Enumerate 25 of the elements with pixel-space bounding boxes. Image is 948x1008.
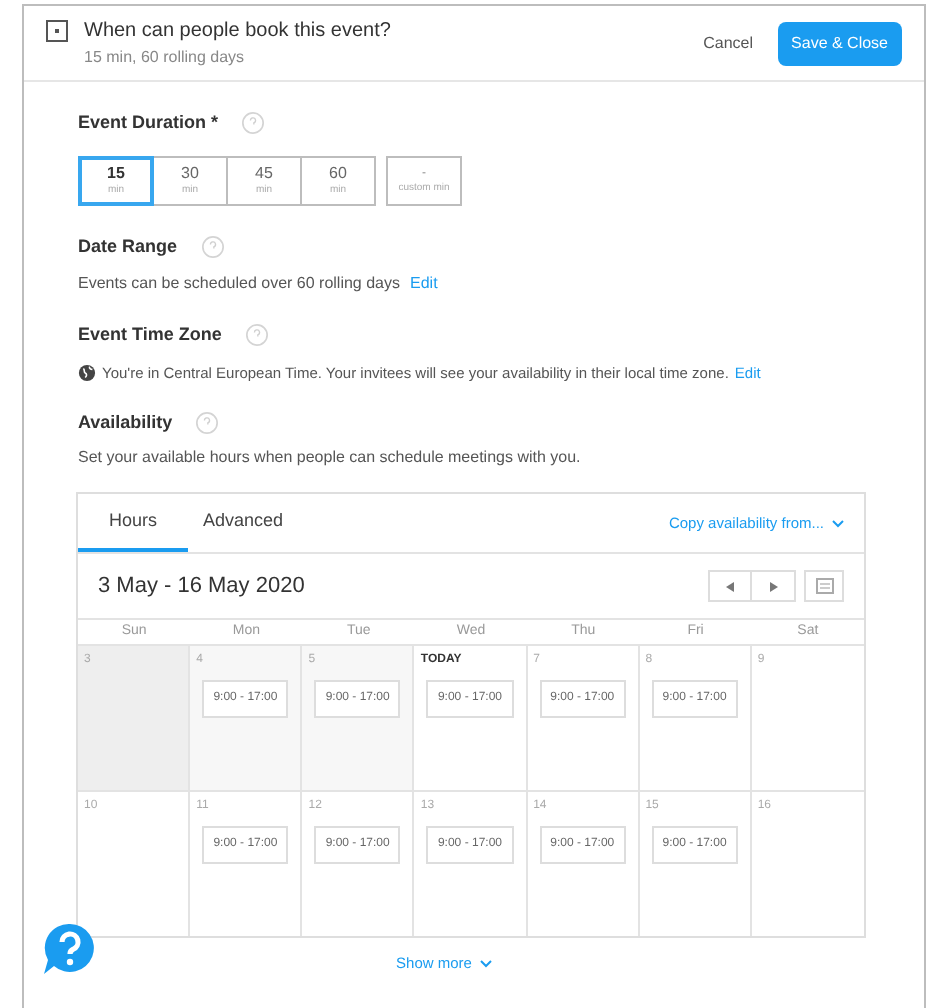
right-triangle-icon — [769, 581, 777, 592]
help-icon[interactable] — [242, 112, 265, 135]
tab[interactable]: Advanced — [188, 494, 298, 553]
dialog-title: When can people book this event? — [84, 18, 393, 46]
globe-icon — [78, 363, 96, 382]
previous-button[interactable] — [708, 570, 752, 603]
help-chat-icon[interactable] — [40, 920, 100, 980]
section-label: Date Range — [78, 233, 178, 260]
availability-text: Set your available hours when people can schedule meetings with you. — [78, 446, 583, 471]
left-triangle-icon — [726, 581, 734, 592]
help-icon[interactable] — [196, 412, 219, 434]
cancel-button[interactable]: Cancel — [703, 31, 754, 55]
date-range-heading: 3 May - 16 May 2020 — [98, 572, 307, 602]
section-label: Availability — [78, 409, 173, 436]
tab[interactable]: Hours — [78, 494, 188, 553]
chevron-down-icon — [479, 959, 492, 968]
date-picker-button[interactable] — [804, 570, 844, 603]
dialog-subtitle: 15 min, 60 rolling days — [84, 46, 247, 70]
section-label: Event Time Zone — [78, 322, 222, 348]
help-icon[interactable] — [245, 324, 268, 347]
section-label: Event Duration * — [78, 110, 219, 136]
next-button[interactable] — [752, 570, 796, 603]
chevron-down-icon — [832, 519, 844, 528]
help-icon[interactable] — [201, 235, 224, 258]
date-range-text: Events can be scheduled over 60 rolling days — [78, 272, 400, 296]
